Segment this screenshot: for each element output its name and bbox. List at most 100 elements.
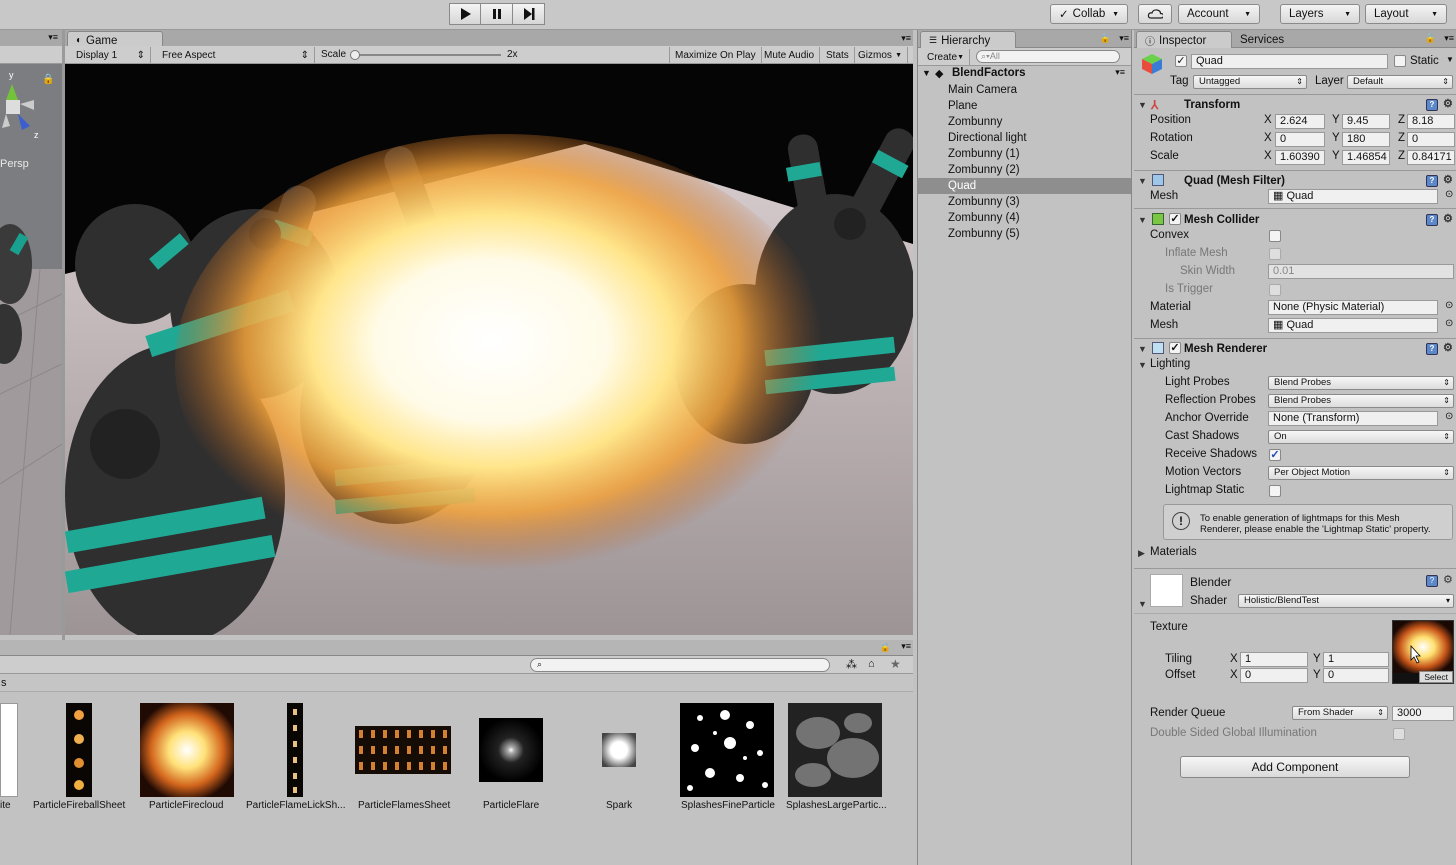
help-icon[interactable]: ?: [1426, 214, 1438, 226]
lighting-label[interactable]: Lighting: [1150, 358, 1190, 370]
texture-select-button[interactable]: Select: [1419, 671, 1453, 683]
create-dropdown[interactable]: Create ▼: [922, 49, 970, 65]
materials-label[interactable]: Materials: [1150, 546, 1197, 558]
help-icon[interactable]: ?: [1426, 575, 1438, 587]
mesh-collider-header[interactable]: ▼ ✓ Mesh Collider ? ⚙: [1134, 208, 1456, 228]
mute-audio-toggle[interactable]: Mute Audio: [759, 47, 821, 63]
hierarchy-item-selected[interactable]: Quad: [918, 178, 1131, 194]
convex-checkbox[interactable]: [1269, 230, 1281, 242]
collider-mesh-field[interactable]: ▦ Quad: [1268, 318, 1438, 333]
scale-slider-track[interactable]: [351, 54, 501, 56]
play-button[interactable]: [449, 3, 481, 25]
account-dropdown[interactable]: Account ▼: [1178, 4, 1260, 24]
gear-icon[interactable]: ⚙: [1443, 341, 1453, 354]
scene-view[interactable]: y z 🔒 Persp: [0, 64, 62, 635]
object-picker-icon[interactable]: ⊙: [1445, 411, 1453, 422]
help-icon[interactable]: ?: [1426, 99, 1438, 111]
rotation-z-field[interactable]: 0: [1407, 132, 1455, 147]
tab-hierarchy[interactable]: ☰ Hierarchy: [920, 31, 1016, 48]
lock-icon[interactable]: 🔒: [880, 642, 891, 653]
panel-menu-icon[interactable]: ▾≡: [901, 641, 911, 652]
panel-menu-icon[interactable]: ▾≡: [1119, 33, 1129, 44]
help-icon[interactable]: ?: [1426, 343, 1438, 355]
project-search-input[interactable]: ⌕: [530, 658, 830, 672]
tab-services[interactable]: Services: [1232, 31, 1312, 48]
scale-slider-thumb[interactable]: [350, 50, 360, 60]
position-z-field[interactable]: 8.18: [1407, 114, 1455, 129]
hierarchy-item[interactable]: Plane: [918, 98, 1131, 114]
maximize-on-play-toggle[interactable]: Maximize On Play: [669, 47, 762, 63]
light-probes-dropdown[interactable]: Blend Probes ⇕: [1268, 376, 1454, 390]
lock-icon[interactable]: 🔒: [1100, 33, 1111, 44]
mesh-object-field[interactable]: ▦ Quad: [1268, 189, 1438, 204]
cloud-button[interactable]: [1138, 4, 1172, 24]
physic-material-field[interactable]: None (Physic Material): [1268, 300, 1438, 315]
texture-slot[interactable]: Select: [1392, 620, 1454, 684]
rotation-y-field[interactable]: 180: [1342, 132, 1390, 147]
hierarchy-item[interactable]: Zombunny (4): [918, 210, 1131, 226]
help-icon[interactable]: ?: [1426, 175, 1438, 187]
mesh-collider-enabled-checkbox[interactable]: ✓: [1169, 213, 1181, 225]
persp-label[interactable]: Persp: [0, 158, 29, 170]
transform-header[interactable]: ▼ ⅄ Transform ? ⚙: [1134, 94, 1456, 114]
hierarchy-item[interactable]: Zombunny (5): [918, 226, 1131, 242]
gear-icon[interactable]: ⚙: [1443, 173, 1453, 186]
object-picker-icon[interactable]: ⊙: [1445, 300, 1453, 311]
fold-open-icon[interactable]: ▼: [1138, 215, 1147, 225]
gizmos-dropdown[interactable]: Gizmos ▼: [853, 47, 908, 63]
add-component-button[interactable]: Add Component: [1180, 756, 1410, 778]
mesh-renderer-header[interactable]: ▼ ✓ Mesh Renderer ? ⚙: [1134, 338, 1456, 358]
asset-thumbnail[interactable]: [680, 703, 774, 797]
fold-open-icon[interactable]: ▼: [922, 68, 931, 78]
scene-root-row[interactable]: ▼ ◆ BlendFactors ▾≡: [918, 66, 1131, 82]
hierarchy-item[interactable]: Zombunny (3): [918, 194, 1131, 210]
position-y-field[interactable]: 9.45: [1342, 114, 1390, 129]
fold-open-icon[interactable]: ▼: [1138, 599, 1147, 609]
scale-y-field[interactable]: 1.46854: [1342, 150, 1390, 165]
lock-icon[interactable]: 🔒: [42, 74, 54, 85]
tag-dropdown[interactable]: Untagged ⇕: [1193, 75, 1307, 89]
fold-open-icon[interactable]: ▼: [1138, 360, 1147, 370]
panel-menu-icon[interactable]: ▾≡: [901, 33, 911, 44]
motion-vectors-dropdown[interactable]: Per Object Motion ⇕: [1268, 466, 1454, 480]
layout-dropdown[interactable]: Layout ▼: [1365, 4, 1447, 24]
gear-icon[interactable]: ⚙: [1443, 212, 1453, 225]
panel-menu-icon[interactable]: ▾≡: [48, 32, 58, 43]
asset-thumbnail[interactable]: [355, 726, 451, 774]
step-button[interactable]: [513, 3, 545, 25]
receive-shadows-checkbox[interactable]: ✓: [1269, 449, 1281, 461]
render-queue-dropdown[interactable]: From Shader ⇕: [1292, 706, 1388, 720]
layer-dropdown[interactable]: Default ⇕: [1347, 75, 1453, 89]
collab-button[interactable]: ✓ Collab ▼: [1050, 4, 1128, 24]
hierarchy-item[interactable]: Main Camera: [918, 82, 1131, 98]
lightmap-static-checkbox[interactable]: [1269, 485, 1281, 497]
pause-button[interactable]: [481, 3, 513, 25]
offset-x-field[interactable]: 0: [1240, 668, 1308, 683]
mesh-renderer-enabled-checkbox[interactable]: ✓: [1169, 342, 1181, 354]
asset-thumbnail[interactable]: [287, 703, 303, 797]
panel-menu-icon[interactable]: ▾≡: [1444, 33, 1454, 44]
asset-thumbnail[interactable]: [788, 703, 882, 797]
anchor-override-field[interactable]: None (Transform): [1268, 411, 1438, 426]
hierarchy-item[interactable]: Zombunny (2): [918, 162, 1131, 178]
favorite-star-icon[interactable]: ★: [890, 657, 901, 671]
tab-inspector[interactable]: ⓘ Inspector: [1136, 31, 1232, 48]
scene-menu-icon[interactable]: ▾≡: [1115, 67, 1125, 78]
aspect-dropdown[interactable]: Free Aspect ⇕: [157, 47, 315, 63]
render-queue-field[interactable]: 3000: [1392, 706, 1454, 721]
asset-thumbnail[interactable]: [602, 733, 636, 767]
gear-icon[interactable]: ⚙: [1443, 573, 1453, 586]
fold-open-icon[interactable]: ▼: [1138, 176, 1147, 186]
object-name-input[interactable]: Quad: [1191, 54, 1388, 69]
hierarchy-item[interactable]: Zombunny (1): [918, 146, 1131, 162]
fold-open-icon[interactable]: ▼: [1138, 100, 1147, 110]
object-picker-icon[interactable]: ⊙: [1445, 318, 1453, 329]
hierarchy-item[interactable]: Zombunny: [918, 114, 1131, 130]
object-picker-icon[interactable]: ⊙: [1445, 189, 1453, 200]
lock-icon[interactable]: 🔒: [1425, 33, 1436, 44]
active-checkbox[interactable]: ✓: [1175, 55, 1187, 67]
filter-type-icon[interactable]: ⁂: [846, 658, 857, 671]
gear-icon[interactable]: ⚙: [1443, 97, 1453, 110]
game-view[interactable]: [65, 64, 913, 635]
scale-z-field[interactable]: 0.84171: [1407, 150, 1455, 165]
